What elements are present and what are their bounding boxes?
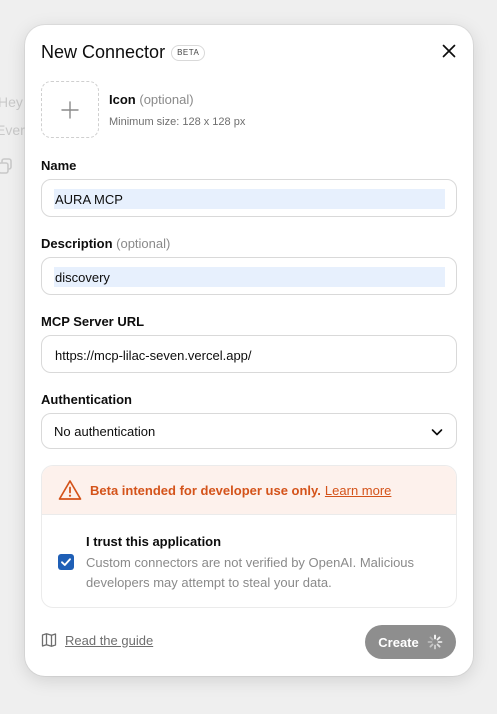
description-label: Description (optional): [41, 236, 170, 251]
checkmark-icon: [61, 558, 71, 566]
beta-warning-banner: Beta intended for developer use only. Lea…: [42, 466, 456, 515]
background-text: Ever: [0, 122, 25, 138]
mcp-url-input[interactable]: [54, 345, 445, 365]
description-input-box: [41, 257, 457, 295]
loading-spinner-icon: [427, 634, 443, 650]
create-button-label: Create: [378, 634, 419, 650]
book-icon: [41, 633, 57, 647]
warning-triangle-icon: [58, 480, 82, 500]
authentication-selected-value: No authentication: [54, 424, 156, 439]
icon-size-hint: Minimum size: 128 x 128 px: [109, 116, 246, 128]
name-input[interactable]: [54, 189, 445, 209]
authentication-select[interactable]: No authentication: [41, 413, 457, 449]
dialog-header: New Connector BETA: [41, 42, 206, 63]
name-input-box: [41, 179, 457, 217]
mcp-url-input-box: [41, 335, 457, 373]
trust-warning-panel: Beta intended for developer use only. Lea…: [41, 465, 457, 608]
authentication-label: Authentication: [41, 392, 132, 407]
beta-warning-text: Beta intended for developer use only. Lea…: [90, 483, 391, 498]
close-icon[interactable]: [439, 41, 459, 61]
mcp-url-label: MCP Server URL: [41, 314, 145, 329]
icon-field-label: Icon (optional): [109, 92, 194, 107]
create-button[interactable]: Create: [365, 625, 456, 659]
beta-badge: BETA: [171, 44, 206, 61]
beta-warning-message: Beta intended for developer use only.: [90, 483, 321, 498]
optional-tag: (optional): [139, 92, 194, 107]
trust-description: Custom connectors are not verified by Op…: [86, 555, 415, 590]
learn-more-link[interactable]: Learn more: [325, 483, 391, 498]
new-connector-dialog: New Connector BETA Icon (optional) Minim…: [25, 25, 473, 676]
optional-tag: (optional): [116, 236, 171, 251]
read-guide-label: Read the guide: [65, 632, 154, 648]
description-label-text: Description: [41, 236, 113, 251]
plus-icon: [61, 100, 79, 119]
icon-upload-button[interactable]: [41, 81, 99, 138]
dialog-title: New Connector: [41, 42, 166, 62]
icon-label-text: Icon: [109, 92, 136, 107]
trust-checkbox[interactable]: [58, 554, 74, 570]
trust-title: I trust this application: [86, 534, 222, 549]
description-input[interactable]: [54, 267, 445, 287]
name-label: Name: [41, 158, 77, 173]
chevron-down-icon: [431, 429, 443, 436]
read-guide-link[interactable]: Read the guide: [41, 632, 153, 648]
copy-icon: [0, 158, 12, 174]
background-text: Hey: [0, 94, 23, 110]
